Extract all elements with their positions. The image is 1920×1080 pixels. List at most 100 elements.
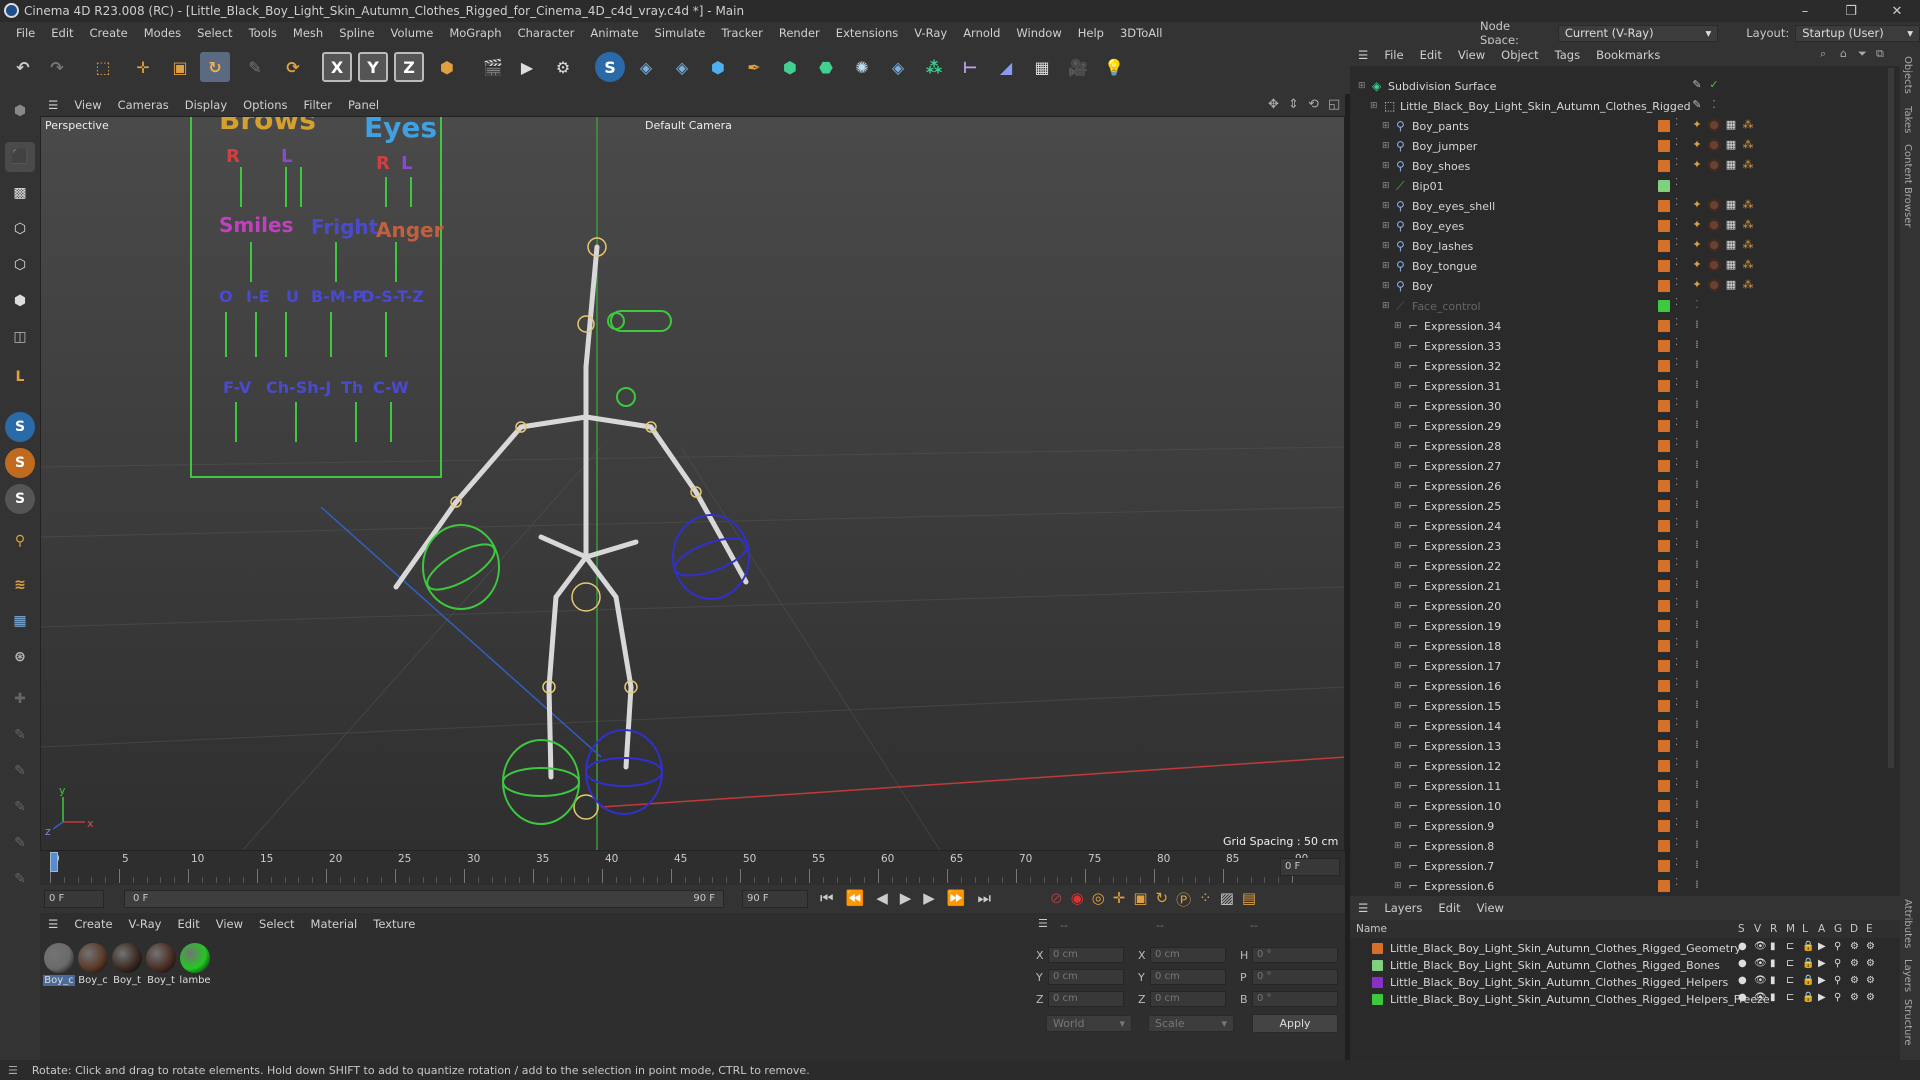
expand-icon[interactable]: ⊞ bbox=[1394, 681, 1402, 691]
object-row[interactable]: ⊞ ⌐ Expression.23 ⁚ ⁞ bbox=[1350, 536, 1890, 556]
object-row[interactable]: ⊞ ⚲ Boy ⁚ ✦ ● ▦ ⁂ bbox=[1350, 276, 1890, 296]
manager-icon[interactable]: ⊏ bbox=[1786, 975, 1794, 986]
solo-icon[interactable]: ● bbox=[1738, 958, 1747, 969]
layer-row[interactable]: Little_Black_Boy_Light_Skin_Autumn_Cloth… bbox=[1350, 940, 1890, 957]
expression-icon[interactable]: ⚙ bbox=[1866, 992, 1875, 1003]
layer-color-swatch[interactable] bbox=[1658, 280, 1670, 292]
size-y-field[interactable]: 0 cm bbox=[1150, 969, 1226, 985]
layer-color-swatch[interactable] bbox=[1658, 740, 1670, 752]
material-menu-vray[interactable]: V-Ray bbox=[121, 917, 170, 931]
expand-icon[interactable]: ⊞ bbox=[1394, 321, 1402, 331]
light-icon[interactable]: 💡 bbox=[1099, 52, 1129, 82]
layer-color-swatch[interactable] bbox=[1658, 840, 1670, 852]
mograph-cloner-icon[interactable]: ✺ bbox=[847, 52, 877, 82]
viewport-menu-filter[interactable]: Filter bbox=[296, 98, 340, 112]
material-tag-icon[interactable]: ● bbox=[1707, 278, 1721, 292]
layer-color-swatch[interactable] bbox=[1372, 960, 1383, 971]
expand-icon[interactable]: ⊞ bbox=[1394, 761, 1402, 771]
solo-icon[interactable]: ● bbox=[1738, 975, 1747, 986]
layer-color-swatch[interactable] bbox=[1658, 320, 1670, 332]
xpresso-tag-icon[interactable]: ⁞ bbox=[1690, 338, 1704, 352]
spline-icon[interactable]: ◢ bbox=[991, 52, 1021, 82]
xpresso-tag-icon[interactable]: ⁞ bbox=[1690, 418, 1704, 432]
object-tree-scrollbar[interactable] bbox=[1888, 68, 1894, 768]
expand-icon[interactable]: ⊞ bbox=[1394, 561, 1402, 571]
rotation-h-field[interactable]: 0 ° bbox=[1252, 947, 1338, 963]
object-row[interactable]: ⊞ ⌐ Expression.8 ⁚ ⁞ bbox=[1350, 836, 1890, 856]
3d-viewport[interactable]: Brows Eyes R L R L Smiles Fright Anger O… bbox=[40, 116, 1345, 851]
lock-x-axis-button[interactable]: X bbox=[322, 52, 352, 82]
sculpt-icon[interactable]: ✎ bbox=[5, 756, 35, 786]
visibility-dots-icon[interactable]: ⁚ bbox=[1675, 677, 1678, 688]
menu-modes[interactable]: Modes bbox=[136, 22, 189, 44]
object-menu-edit[interactable]: Edit bbox=[1412, 48, 1450, 62]
visible-icon[interactable]: 👁 bbox=[1754, 992, 1767, 1003]
expand-icon[interactable]: ⊞ bbox=[1394, 861, 1402, 871]
expand-icon[interactable]: ⊞ bbox=[1394, 621, 1402, 631]
side-tab-content-browser[interactable]: Content Browser bbox=[1902, 144, 1913, 227]
object-row[interactable]: ⊞ ⌐ Expression.20 ⁚ ⁞ bbox=[1350, 596, 1890, 616]
enabled-check-icon[interactable]: ✓ bbox=[1707, 78, 1721, 92]
sculpt-pull-icon[interactable]: ✎ bbox=[5, 792, 35, 822]
layer-color-swatch[interactable] bbox=[1658, 420, 1670, 432]
layer-color-swatch[interactable] bbox=[1658, 720, 1670, 732]
object-menu-object[interactable]: Object bbox=[1493, 48, 1546, 62]
live-selection-icon[interactable]: ⬚ bbox=[88, 52, 118, 82]
menu-render[interactable]: Render bbox=[771, 22, 828, 44]
object-menu-tags[interactable]: Tags bbox=[1547, 48, 1588, 62]
layer-color-swatch[interactable] bbox=[1658, 300, 1670, 312]
expand-icon[interactable]: ⊞ bbox=[1394, 741, 1402, 751]
expression-icon[interactable]: ⚙ bbox=[1866, 975, 1875, 986]
layer-color-swatch[interactable] bbox=[1658, 480, 1670, 492]
material-menu-select[interactable]: Select bbox=[251, 917, 302, 931]
visibility-dots-icon[interactable]: ⁚ bbox=[1675, 537, 1678, 548]
layer-color-swatch[interactable] bbox=[1658, 560, 1670, 572]
layer-color-swatch[interactable] bbox=[1658, 340, 1670, 352]
go-to-end-icon[interactable]: ⏭ bbox=[978, 889, 992, 907]
visibility-dots-icon[interactable]: ⁚ bbox=[1675, 197, 1678, 208]
home-icon[interactable]: ⌂ bbox=[1840, 47, 1847, 60]
render-settings-icon[interactable]: ⚙ bbox=[548, 52, 578, 82]
frame-range-slider[interactable]: 0 F 90 F bbox=[124, 890, 724, 908]
texture-tag-icon[interactable]: ▦ bbox=[1724, 118, 1738, 132]
sculpt-inflate-icon[interactable]: ✎ bbox=[5, 864, 35, 894]
animation-icon[interactable]: ▶ bbox=[1818, 958, 1826, 969]
visibility-dots-icon[interactable]: ⁚ bbox=[1707, 98, 1721, 112]
xpresso-tag-icon[interactable]: ⁞ bbox=[1690, 478, 1704, 492]
layer-row[interactable]: Little_Black_Boy_Light_Skin_Autumn_Cloth… bbox=[1350, 957, 1890, 974]
animation-icon[interactable]: ▶ bbox=[1818, 992, 1826, 1003]
viewport-camera-label[interactable]: Default Camera bbox=[645, 119, 732, 132]
visibility-dots-icon[interactable]: ⁚ bbox=[1675, 417, 1678, 428]
object-row[interactable]: ⊞ ⌐ Expression.17 ⁚ ⁞ bbox=[1350, 656, 1890, 676]
model-mode-icon[interactable]: ⬛ bbox=[5, 142, 35, 172]
key-scale-icon[interactable]: ▣ bbox=[1133, 889, 1147, 910]
menu-edit[interactable]: Edit bbox=[43, 22, 81, 44]
object-row[interactable]: ⊞ ⟋ Bip01 ⁚ bbox=[1350, 176, 1890, 196]
expand-icon[interactable]: ⊞ bbox=[1382, 261, 1390, 271]
xpresso-tag-icon[interactable]: ⁞ bbox=[1690, 798, 1704, 812]
brush-icon[interactable]: ✎ bbox=[5, 720, 35, 750]
material-menu-create[interactable]: Create bbox=[66, 917, 120, 931]
menu-simulate[interactable]: Simulate bbox=[647, 22, 714, 44]
playhead[interactable] bbox=[50, 852, 58, 872]
position-x-field[interactable]: 0 cm bbox=[1048, 947, 1124, 963]
next-key-icon[interactable]: ⏩ bbox=[947, 889, 966, 907]
side-tab-objects[interactable]: Objects bbox=[1902, 56, 1913, 94]
layer-color-swatch[interactable] bbox=[1658, 700, 1670, 712]
maximize-view-icon[interactable]: ◱ bbox=[1328, 97, 1340, 112]
menu-3dtoall[interactable]: 3DToAll bbox=[1112, 22, 1171, 44]
layer-color-swatch[interactable] bbox=[1658, 880, 1670, 892]
visibility-dots-icon[interactable]: ⁚ bbox=[1675, 397, 1678, 408]
solo-icon[interactable]: ● bbox=[1738, 992, 1747, 1003]
snap-settings-icon[interactable]: S bbox=[5, 448, 35, 478]
menu-vray[interactable]: V-Ray bbox=[906, 22, 955, 44]
expand-icon[interactable]: ⊞ bbox=[1382, 221, 1390, 231]
size-z-field[interactable]: 0 cm bbox=[1150, 991, 1226, 1007]
xpresso-tag-icon[interactable]: ⁞ bbox=[1690, 718, 1704, 732]
texture-tag-icon[interactable]: ▦ bbox=[1724, 258, 1738, 272]
cube-icon[interactable]: ⬢ bbox=[703, 52, 733, 82]
menu-volume[interactable]: Volume bbox=[383, 22, 442, 44]
point-tag-icon[interactable]: ⁂ bbox=[1741, 258, 1755, 272]
side-tab-layers[interactable]: Layers bbox=[1902, 959, 1913, 992]
snap-icon[interactable]: S bbox=[5, 412, 35, 442]
